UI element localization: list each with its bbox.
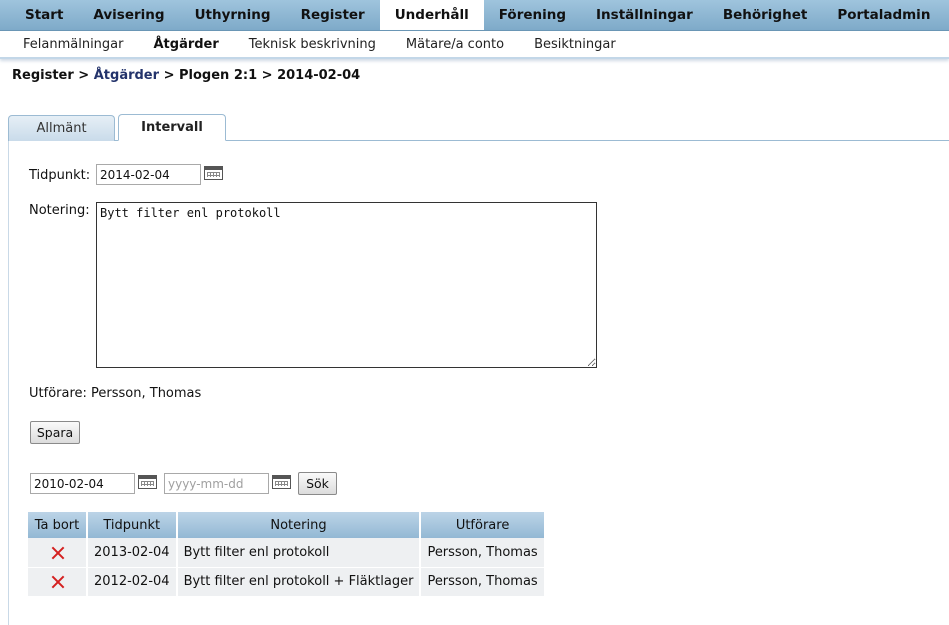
- table-row: 2013-02-04 Bytt filter enl protokoll Per…: [28, 538, 546, 568]
- column-header-note[interactable]: Notering: [176, 512, 422, 538]
- performer-label: Utförare:: [29, 386, 87, 401]
- breadcrumb-root: Register: [12, 68, 74, 83]
- breadcrumb: Register > Åtgärder > Plogen 2:1 > 2014-…: [12, 68, 360, 83]
- panel-border: [8, 140, 9, 625]
- time-label: Tidpunkt:: [29, 168, 91, 183]
- subnav-matare-a-conto[interactable]: Mätare/a conto: [391, 37, 519, 52]
- nav-underhall[interactable]: Underhåll: [379, 0, 484, 30]
- note-label: Notering:: [29, 203, 90, 218]
- nav-start[interactable]: Start: [10, 0, 78, 30]
- subnav-felanmalningar[interactable]: Felanmälningar: [8, 37, 138, 52]
- sub-navigation: Felanmälningar Åtgärder Teknisk beskrivn…: [0, 31, 949, 59]
- performer-value: Persson, Thomas: [91, 386, 202, 401]
- nav-forening[interactable]: Förening: [484, 0, 581, 30]
- column-header-performer[interactable]: Utförare: [420, 512, 546, 538]
- note-textarea[interactable]: Bytt filter enl protokoll: [96, 202, 597, 368]
- search-button[interactable]: Sök: [298, 472, 337, 495]
- calendar-icon[interactable]: [138, 475, 157, 489]
- nav-portaladmin[interactable]: Portaladmin: [822, 0, 945, 30]
- nav-register[interactable]: Register: [286, 0, 380, 30]
- breadcrumb-separator: >: [73, 68, 94, 83]
- row-performer: Persson, Thomas: [420, 538, 546, 568]
- performer-row: Utförare: Persson, Thomas: [29, 386, 201, 401]
- column-header-delete: Ta bort: [28, 512, 88, 538]
- filter-from-input[interactable]: [30, 473, 135, 494]
- save-button[interactable]: Spara: [30, 421, 80, 444]
- subnav-atgarder[interactable]: Åtgärder: [138, 37, 233, 52]
- delete-x-icon[interactable]: [51, 546, 64, 559]
- tab-intervall[interactable]: Intervall: [118, 114, 226, 141]
- calendar-icon[interactable]: [204, 166, 223, 180]
- row-time: 2013-02-04: [87, 538, 178, 568]
- delete-x-icon[interactable]: [51, 575, 64, 588]
- subnav-teknisk-beskrivning[interactable]: Teknisk beskrivning: [234, 37, 391, 52]
- time-input[interactable]: [96, 164, 201, 185]
- row-note: Bytt filter enl protokoll + Fläktlager: [176, 567, 422, 597]
- table-row: 2012-02-04 Bytt filter enl protokoll + F…: [28, 567, 546, 597]
- column-header-time[interactable]: Tidpunkt: [87, 512, 178, 538]
- filter-to-input[interactable]: [164, 473, 269, 494]
- actions-table: Ta bort Tidpunkt Notering Utförare 2013-…: [28, 512, 546, 597]
- nav-uthyrning[interactable]: Uthyrning: [180, 0, 286, 30]
- tab-allmant[interactable]: Allmänt: [8, 115, 115, 141]
- breadcrumb-link-atgarder[interactable]: Åtgärder: [94, 68, 159, 83]
- main-navigation: Start Avisering Uthyrning Register Under…: [0, 0, 949, 31]
- breadcrumb-date: 2014-02-04: [277, 68, 361, 83]
- calendar-icon[interactable]: [272, 475, 291, 489]
- breadcrumb-separator: >: [257, 68, 278, 83]
- subnav-besiktningar[interactable]: Besiktningar: [519, 37, 631, 52]
- nav-avisering[interactable]: Avisering: [78, 0, 179, 30]
- breadcrumb-separator: >: [159, 68, 179, 83]
- delete-cell: [28, 567, 88, 597]
- row-note: Bytt filter enl protokoll: [176, 538, 422, 568]
- nav-behorighet[interactable]: Behörighet: [708, 0, 823, 30]
- delete-cell: [28, 538, 88, 568]
- row-time: 2012-02-04: [87, 567, 178, 597]
- breadcrumb-object: Plogen 2:1: [179, 68, 258, 83]
- nav-installningar[interactable]: Inställningar: [581, 0, 708, 30]
- row-performer: Persson, Thomas: [420, 567, 546, 597]
- table-header-row: Ta bort Tidpunkt Notering Utförare: [28, 512, 546, 538]
